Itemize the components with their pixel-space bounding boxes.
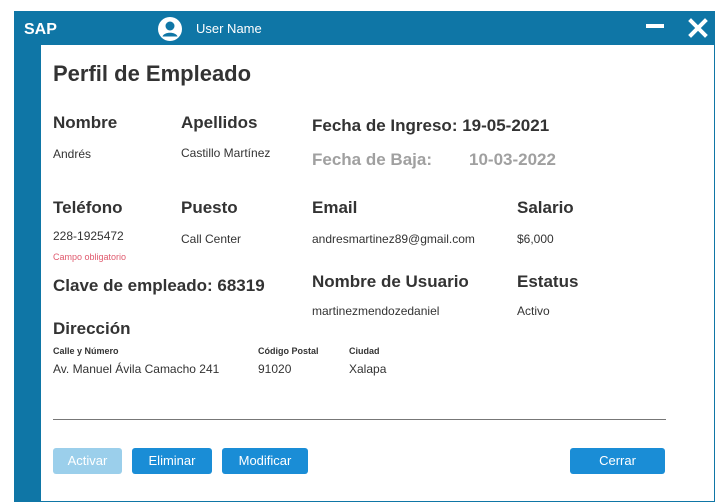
cerrar-button[interactable]: Cerrar (570, 448, 665, 474)
ciudad-value: Xalapa (349, 362, 387, 376)
apellidos-value: Castillo Martínez (181, 146, 271, 160)
close-icon[interactable] (687, 17, 709, 39)
puesto-value: Call Center (181, 232, 242, 246)
puesto-label: Puesto (181, 198, 238, 217)
calle-label: Calle y Número (53, 346, 119, 356)
email-label: Email (312, 198, 358, 217)
user-icon[interactable] (157, 16, 183, 42)
calle-value: Av. Manuel Ávila Camacho 241 (53, 362, 220, 376)
nombre-value: Andrés (53, 147, 92, 161)
title-bar: SAP User Name (15, 12, 714, 45)
user-name[interactable]: User Name (196, 21, 262, 36)
fecha-baja-value: 10-03-2022 (469, 150, 556, 169)
salario-value: $6,000 (517, 232, 554, 246)
modificar-button[interactable]: Modificar (222, 448, 308, 474)
minimize-icon[interactable] (646, 24, 664, 28)
clave-empleado: Clave de empleado: 68319 (53, 276, 265, 295)
activar-button[interactable]: Activar (53, 448, 122, 474)
codigo-postal-value: 91020 (258, 362, 292, 376)
usuario-value: martinezmendozedaniel (312, 304, 440, 318)
eliminar-button[interactable]: Eliminar (132, 448, 212, 474)
estatus-value: Activo (517, 304, 550, 318)
codigo-postal-label: Código Postal (258, 346, 319, 356)
divider (53, 419, 666, 420)
page-title: Perfil de Empleado (53, 61, 252, 86)
telefono-label: Teléfono (53, 198, 123, 217)
sidebar-strip (15, 45, 41, 502)
salario-label: Salario (517, 198, 574, 217)
sap-logo: SAP (24, 21, 57, 38)
fecha-ingreso: Fecha de Ingreso: 19-05-2021 (312, 116, 550, 135)
usuario-label: Nombre de Usuario (312, 272, 469, 291)
employee-profile-window: SAP User Name Perfil de Empleado Nombre … (14, 11, 715, 502)
estatus-label: Estatus (517, 272, 579, 291)
ciudad-label: Ciudad (349, 346, 380, 356)
fecha-baja-label: Fecha de Baja: (312, 150, 432, 169)
nombre-label: Nombre (53, 113, 118, 132)
telefono-required-message: Campo obligatorio (53, 252, 127, 262)
email-value: andresmartinez89@gmail.com (312, 232, 475, 246)
direccion-label: Dirección (53, 319, 131, 338)
telefono-value: 228-1925472 (53, 229, 124, 243)
apellidos-label: Apellidos (181, 113, 258, 132)
